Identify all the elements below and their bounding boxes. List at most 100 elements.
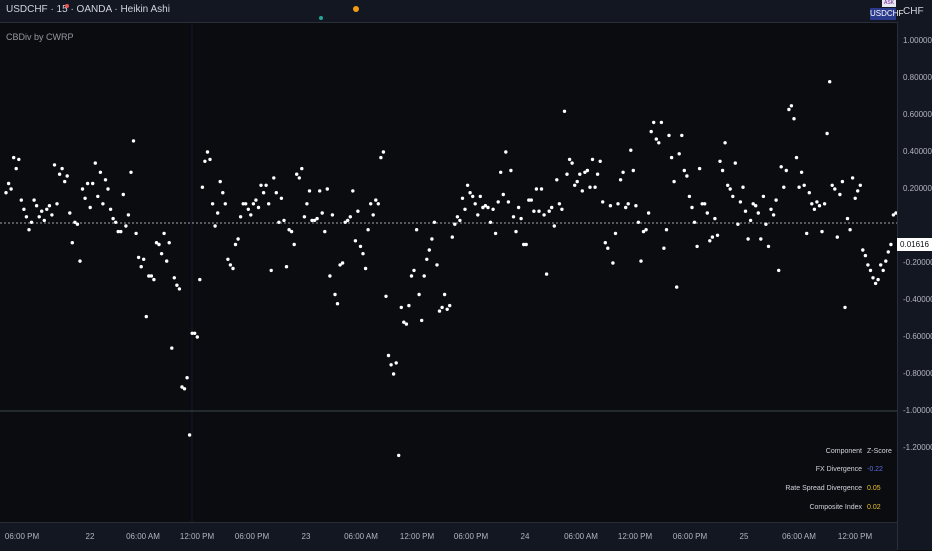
- data-point: [267, 202, 271, 206]
- data-point: [96, 194, 100, 199]
- alert-marker-icon[interactable]: [65, 4, 69, 8]
- symbol-title[interactable]: USDCHF · 15 · OANDA · Heikin Ashi: [6, 4, 170, 15]
- data-point: [170, 346, 174, 350]
- data-point: [580, 189, 584, 193]
- data-point: [519, 216, 523, 221]
- dividend-marker-icon[interactable]: [353, 6, 359, 12]
- symbol-badge[interactable]: USDCHF: [870, 8, 903, 20]
- data-point: [208, 157, 212, 162]
- data-point: [397, 453, 401, 458]
- scatter-plot[interactable]: [0, 22, 897, 522]
- time-tick-label: 06:00 AM: [344, 532, 378, 541]
- data-point: [868, 268, 873, 273]
- data-point: [873, 281, 878, 286]
- data-point: [631, 168, 635, 173]
- stats-row-value: -0.22: [867, 466, 883, 473]
- data-point: [328, 274, 332, 278]
- data-point: [810, 202, 814, 206]
- data-point: [491, 207, 495, 211]
- data-point: [820, 229, 824, 234]
- time-tick-label: 06:00 PM: [453, 532, 489, 541]
- data-point: [555, 178, 559, 182]
- data-point: [644, 228, 648, 232]
- data-point: [93, 161, 98, 165]
- data-point: [302, 215, 307, 219]
- data-point: [65, 174, 69, 178]
- data-point: [251, 202, 256, 206]
- data-point: [78, 259, 82, 263]
- data-point: [80, 187, 85, 191]
- price-tick-label: 0.20000: [903, 184, 932, 193]
- stats-header-zscore: Z-Score: [867, 448, 892, 455]
- data-point: [55, 202, 59, 206]
- data-point: [323, 229, 327, 234]
- data-point: [595, 172, 600, 176]
- data-point: [305, 202, 309, 206]
- data-point: [562, 109, 567, 114]
- event-marker-icon[interactable]: [319, 16, 323, 20]
- data-point: [427, 248, 431, 252]
- data-point: [764, 222, 768, 226]
- data-point: [565, 172, 569, 176]
- data-point: [593, 185, 597, 189]
- data-point: [177, 287, 182, 291]
- data-point: [830, 183, 834, 187]
- data-point: [664, 228, 669, 232]
- data-point: [766, 244, 771, 249]
- data-point: [369, 202, 373, 206]
- ask-badge: ASK: [882, 0, 896, 7]
- data-point: [269, 268, 273, 273]
- data-point: [453, 222, 457, 226]
- data-point: [879, 263, 883, 267]
- data-point: [680, 133, 684, 138]
- data-point: [629, 148, 633, 152]
- data-point: [40, 209, 44, 213]
- time-tick-label: 12:00 PM: [179, 532, 215, 541]
- data-point: [705, 211, 709, 215]
- data-point: [131, 139, 136, 143]
- data-point: [876, 277, 880, 282]
- data-point: [165, 259, 169, 263]
- data-point: [567, 157, 572, 162]
- data-point: [626, 202, 630, 206]
- indicator-label[interactable]: CBDiv by CWRP: [6, 32, 74, 42]
- data-point: [203, 159, 207, 163]
- data-point: [254, 198, 258, 202]
- data-point: [616, 202, 620, 206]
- chart-area[interactable]: [0, 22, 897, 522]
- data-point: [532, 209, 536, 213]
- data-point: [669, 155, 674, 160]
- data-point: [297, 176, 301, 180]
- data-point: [575, 179, 579, 184]
- data-point: [414, 228, 419, 232]
- current-value-badge: 0.01616: [897, 238, 932, 251]
- currency-button[interactable]: CHF: [903, 6, 924, 17]
- data-point: [718, 159, 722, 163]
- data-point: [391, 372, 396, 376]
- data-point: [690, 205, 694, 210]
- data-point: [12, 155, 16, 160]
- data-point: [455, 215, 460, 219]
- data-point: [32, 198, 36, 202]
- data-point: [381, 150, 386, 154]
- data-point: [124, 224, 128, 228]
- data-point: [720, 168, 725, 173]
- data-point: [134, 231, 138, 236]
- data-point: [228, 263, 233, 267]
- data-point: [613, 231, 618, 236]
- data-point: [710, 235, 715, 239]
- price-tick-label: -0.20000: [903, 258, 932, 267]
- price-tick-label: -1.00000: [903, 406, 932, 415]
- data-point: [799, 170, 804, 174]
- data-point: [578, 172, 582, 176]
- data-point: [346, 218, 350, 223]
- data-point: [782, 185, 786, 189]
- price-axis[interactable]: 1.00000 0.80000 0.60000 0.40000 0.20000 -0.20…: [897, 22, 932, 550]
- data-point: [121, 192, 126, 197]
- time-tick-label: 23: [301, 532, 311, 541]
- data-point: [695, 244, 699, 249]
- data-point: [871, 276, 875, 280]
- data-point: [159, 252, 164, 256]
- data-point: [529, 198, 533, 202]
- time-axis[interactable]: 06:00 PM 22 06:00 AM 12:00 PM 06:00 PM 23 06:0…: [0, 522, 897, 551]
